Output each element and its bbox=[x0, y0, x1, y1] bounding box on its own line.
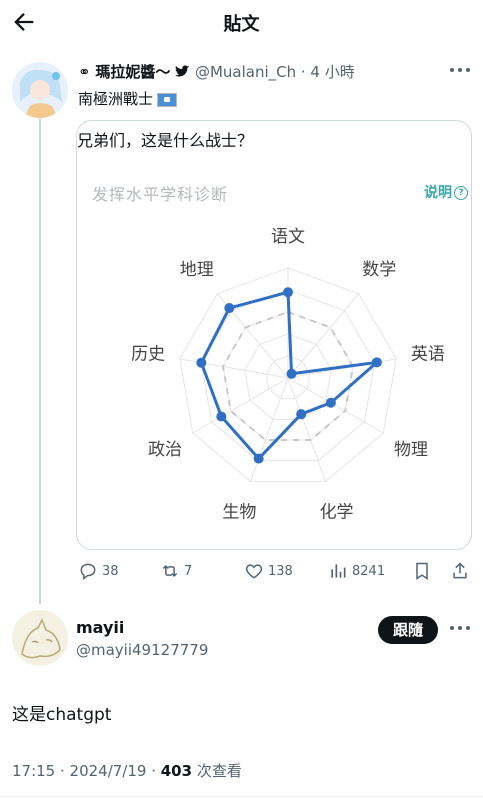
timestamp[interactable]: 17:15 · 2024/7/19 · bbox=[12, 762, 161, 780]
handle-time[interactable]: @Mualani_Ch · 4 小時 bbox=[195, 63, 355, 81]
reply-icon bbox=[80, 563, 96, 581]
radar-spoke bbox=[192, 377, 289, 434]
follow-button[interactable]: 跟隨 bbox=[378, 616, 438, 644]
repost-icon bbox=[162, 564, 178, 578]
like-count: 138 bbox=[268, 563, 293, 579]
radar-chart: 语文数学英语物理化学 生物 政治 历史 地理 bbox=[131, 227, 445, 522]
post-media-card[interactable]: 兄弟们，这是什么战士？ 发挥水平学科诊断 说明? 语文 数学 英语 物理 化学 生物 政治历… bbox=[76, 120, 472, 550]
radar-point bbox=[196, 357, 207, 368]
radar-axis-label: 地理 bbox=[180, 260, 214, 280]
bookmark-icon bbox=[416, 562, 428, 580]
radar-spoke bbox=[179, 358, 289, 379]
ring-emoji-icon: ⚭ bbox=[78, 63, 91, 81]
reply-text: 这是chatgpt bbox=[12, 705, 112, 725]
post-meta: 17:15 · 2024/7/19 · 403 次查看 bbox=[12, 760, 242, 781]
bird-icon bbox=[175, 65, 190, 77]
views-chart-icon bbox=[331, 564, 346, 578]
subtitle-text: 南極洲戰士 bbox=[78, 90, 154, 108]
radar-point bbox=[325, 397, 336, 408]
radar-axis-label: 历史 bbox=[131, 344, 165, 364]
radar-axis-label: 数学 bbox=[362, 260, 396, 280]
post-header: ⚭ 瑪拉妮醬～ @Mualani_Ch · 4 小時 bbox=[78, 61, 355, 82]
radar-point bbox=[253, 453, 264, 464]
author-handle[interactable]: @mayii49127779 bbox=[76, 641, 208, 659]
views-count: 403 bbox=[160, 762, 193, 780]
like-button[interactable]: 138 bbox=[244, 560, 293, 582]
radar-point bbox=[224, 303, 235, 314]
avatar[interactable] bbox=[12, 62, 68, 118]
heart-icon bbox=[245, 564, 263, 579]
post-subtitle: 南極洲戰士 bbox=[78, 88, 178, 109]
bookmark-button[interactable] bbox=[412, 560, 432, 582]
views-button[interactable]: 8241 bbox=[328, 560, 385, 582]
radar-axis-label: 生物 bbox=[222, 502, 256, 522]
flag-icon bbox=[157, 92, 178, 107]
more-options-icon[interactable] bbox=[448, 624, 472, 632]
share-button[interactable] bbox=[450, 560, 470, 582]
radar-spoke bbox=[249, 377, 289, 482]
reply-count: 38 bbox=[102, 563, 119, 579]
reply-button[interactable]: 38 bbox=[78, 560, 119, 582]
radar-axis-label: 化学 bbox=[320, 502, 354, 522]
top-bar: 貼文 bbox=[0, 0, 483, 44]
radar-spoke bbox=[287, 377, 384, 434]
divider bbox=[0, 796, 483, 797]
radar-spoke bbox=[287, 377, 327, 482]
more-options-icon[interactable] bbox=[448, 66, 472, 74]
post-caption: 兄弟们，这是什么战士？ bbox=[77, 131, 254, 150]
reply-header: mayii @mayii49127779 bbox=[76, 618, 208, 659]
radar-axis-label: 政治 bbox=[148, 440, 182, 460]
radar-axis-label: 英语 bbox=[411, 344, 445, 364]
radar-axis-label: 语文 bbox=[271, 227, 305, 247]
anime-avatar-image bbox=[12, 62, 68, 118]
avatar[interactable] bbox=[12, 610, 68, 666]
radar-point bbox=[371, 357, 382, 368]
radar-point bbox=[283, 287, 293, 298]
thread-line bbox=[39, 114, 41, 604]
view-count: 8241 bbox=[352, 563, 386, 579]
radar-point bbox=[296, 409, 307, 420]
page-title: 貼文 bbox=[223, 14, 260, 35]
views-label: 次查看 bbox=[192, 762, 242, 780]
radar-axis-label: 物理 bbox=[394, 440, 428, 460]
author-name[interactable]: mayii bbox=[76, 618, 208, 637]
repost-count: 7 bbox=[184, 563, 193, 579]
repost-button[interactable]: 7 bbox=[160, 560, 192, 582]
share-icon bbox=[453, 562, 467, 579]
author-name[interactable]: 瑪拉妮醬～ bbox=[95, 63, 170, 81]
radar-point bbox=[286, 368, 297, 379]
action-bar: 38 7 138 8241 bbox=[78, 560, 472, 584]
radar-chart-image: 发挥水平学科诊断 说明? 语文 数学 英语 物理 化学 生物 政治 历史 地理 bbox=[78, 159, 470, 539]
radar-point bbox=[216, 411, 227, 422]
cat-sketch-avatar-image bbox=[12, 610, 68, 666]
